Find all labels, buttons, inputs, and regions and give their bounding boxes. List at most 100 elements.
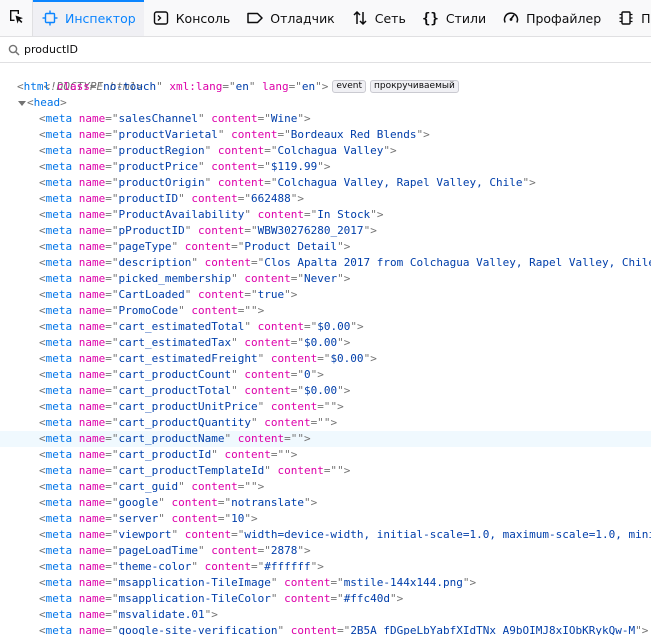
meta-name-value: salesChannel <box>118 112 198 125</box>
meta-tag-name: meta <box>45 304 73 317</box>
meta-node[interactable]: <meta name="pProductID" content="WBW3027… <box>0 223 651 239</box>
attr-name: name <box>78 176 106 189</box>
meta-node[interactable]: <meta name="cart_estimatedTax" content="… <box>0 335 651 351</box>
meta-node[interactable]: <meta name="ProductAvailability" content… <box>0 207 651 223</box>
inspector-icon <box>41 9 59 27</box>
markup-search-input[interactable] <box>24 43 624 56</box>
attr-name: content <box>171 512 218 525</box>
attr-name: name <box>78 112 106 125</box>
element-picker-button[interactable] <box>0 0 33 36</box>
meta-node[interactable]: <meta name="cart_productCount" content="… <box>0 367 651 383</box>
tab-style-editor[interactable]: {} Стили <box>414 0 494 36</box>
element-picker-icon <box>8 8 24 28</box>
meta-content-value: 0 <box>303 368 311 381</box>
attr-name: content <box>211 544 258 557</box>
html-node[interactable]: <html class="no-touch" xml:lang="en" lan… <box>0 79 651 95</box>
attr-name: content <box>257 320 304 333</box>
meta-name-value: cart_estimatedTax <box>118 336 232 349</box>
tab-profiler[interactable]: Профайлер <box>494 0 609 36</box>
tab-debugger[interactable]: Отладчик <box>238 0 342 36</box>
attr-name: name <box>78 320 106 333</box>
meta-node[interactable]: <meta name="viewport" content="width=dev… <box>0 527 651 543</box>
meta-node[interactable]: <meta name="picked_membership" content="… <box>0 271 651 287</box>
meta-node[interactable]: <meta name="theme-color" content="#fffff… <box>0 559 651 575</box>
meta-tag-name: meta <box>45 112 73 125</box>
meta-node[interactable]: <meta name="productOrigin" content="Colc… <box>0 175 651 191</box>
meta-node[interactable]: <meta name="PromoCode" content=""> <box>0 303 651 319</box>
meta-node[interactable]: <meta name="cart_productId" content=""> <box>0 447 651 463</box>
tab-label: Консоль <box>175 10 231 26</box>
meta-node[interactable]: <meta name="pageLoadTime" content="2878"… <box>0 543 651 559</box>
attr-name: content <box>237 432 285 445</box>
meta-tag-name: meta <box>45 368 73 381</box>
meta-node[interactable]: <meta name="msapplication-TileColor" con… <box>0 591 651 607</box>
tab-memory[interactable]: Память <box>609 0 651 36</box>
badge-event[interactable]: event <box>332 79 366 93</box>
meta-content-value: WBW30276280_2017 <box>257 224 364 237</box>
attr-name: content <box>231 128 278 141</box>
meta-node[interactable]: <meta name="cart_estimatedFreight" conte… <box>0 351 651 367</box>
badge-scrollable[interactable]: прокручиваемый <box>369 79 459 93</box>
meta-content-value: $0.00 <box>317 320 351 333</box>
meta-node[interactable]: <meta name="cart_productQuantity" conten… <box>0 415 651 431</box>
meta-content-value: Colchagua Valley <box>277 144 384 157</box>
attr-name: content <box>211 112 258 125</box>
meta-tag-name: meta <box>45 400 73 413</box>
meta-node[interactable]: <meta name="cart_productUnitPrice" conte… <box>0 399 651 415</box>
meta-content-value: mstile-144x144.png <box>343 576 463 589</box>
attr-name: name <box>78 240 106 253</box>
tab-inspector[interactable]: Инспектор <box>33 0 144 36</box>
meta-content-value: $0.00 <box>330 352 364 365</box>
meta-tag-name: meta <box>45 160 73 173</box>
tab-label: Память <box>641 10 651 26</box>
head-expand-twisty[interactable] <box>17 95 27 111</box>
meta-node[interactable]: <meta name="google" content="notranslate… <box>0 495 651 511</box>
meta-node[interactable]: <meta name="productPrice" content="$119.… <box>0 159 651 175</box>
meta-tag-name: meta <box>45 176 73 189</box>
attr-name: content <box>197 224 245 237</box>
meta-node[interactable]: <meta name="cart_productTemplateId" cont… <box>0 463 651 479</box>
meta-name-value: cart_guid <box>118 480 179 493</box>
attr-name: name <box>78 368 106 381</box>
meta-name-value: google <box>118 496 159 509</box>
head-node[interactable]: <head> <box>0 95 651 111</box>
meta-node[interactable]: <meta name="productVarietal" content="Bo… <box>0 127 651 143</box>
attr-name: name <box>78 304 106 317</box>
meta-node[interactable]: <meta name="productID" content="662488"> <box>0 191 651 207</box>
attr-name: name <box>78 592 106 605</box>
meta-node[interactable]: <meta name="google-site-verification" co… <box>0 623 651 635</box>
meta-tag-name: meta <box>45 240 73 253</box>
meta-node[interactable]: <meta name="productRegion" content="Colc… <box>0 143 651 159</box>
meta-node[interactable]: <meta name="msvalidate.01"> <box>0 607 651 623</box>
tab-console[interactable]: Консоль <box>144 0 239 36</box>
meta-content-value: Bordeaux Red Blends <box>290 128 417 141</box>
attr-name: content <box>184 240 232 253</box>
meta-content-value: true <box>257 288 285 301</box>
meta-name-value: cart_productTotal <box>118 384 232 397</box>
tab-label: Сеть <box>374 10 406 26</box>
meta-node[interactable]: <meta name="cart_guid" content=""> <box>0 479 651 495</box>
doctype-node[interactable]: <!DOCTYPE html> <box>0 63 651 93</box>
meta-node[interactable]: <meta name="pageType" content="Product D… <box>0 239 651 255</box>
meta-node[interactable]: <meta name="cart_estimatedTotal" content… <box>0 319 651 335</box>
meta-name-value: pageType <box>118 240 172 253</box>
meta-content-value: #ffffff <box>264 560 311 573</box>
attr-name: name <box>78 272 106 285</box>
meta-tag-name: meta <box>45 496 73 509</box>
markup-view[interactable]: <!DOCTYPE html> <html class="no-touch" x… <box>0 63 651 635</box>
meta-node[interactable]: <meta name="description" content="Clos A… <box>0 255 651 271</box>
meta-node[interactable]: <meta name="CartLoaded" content="true"> <box>0 287 651 303</box>
meta-node[interactable]: <meta name="msapplication-TileImage" con… <box>0 575 651 591</box>
attr-name: name <box>78 576 106 589</box>
meta-node[interactable]: <meta name="cart_productTotal" content="… <box>0 383 651 399</box>
meta-tag-name: meta <box>45 512 73 525</box>
html-tag-name: html <box>23 80 51 93</box>
meta-node[interactable]: <meta name="server" content="10"> <box>0 511 651 527</box>
meta-node[interactable]: <meta name="salesChannel" content="Wine"… <box>0 111 651 127</box>
meta-tag-name: meta <box>45 464 73 477</box>
tab-network[interactable]: Сеть <box>343 0 414 36</box>
meta-name-value: ProductAvailability <box>118 208 245 221</box>
meta-node[interactable]: <meta name="cart_productName" content=""… <box>0 431 651 447</box>
attr-name: name <box>78 416 106 429</box>
attr-name: name <box>78 384 106 397</box>
